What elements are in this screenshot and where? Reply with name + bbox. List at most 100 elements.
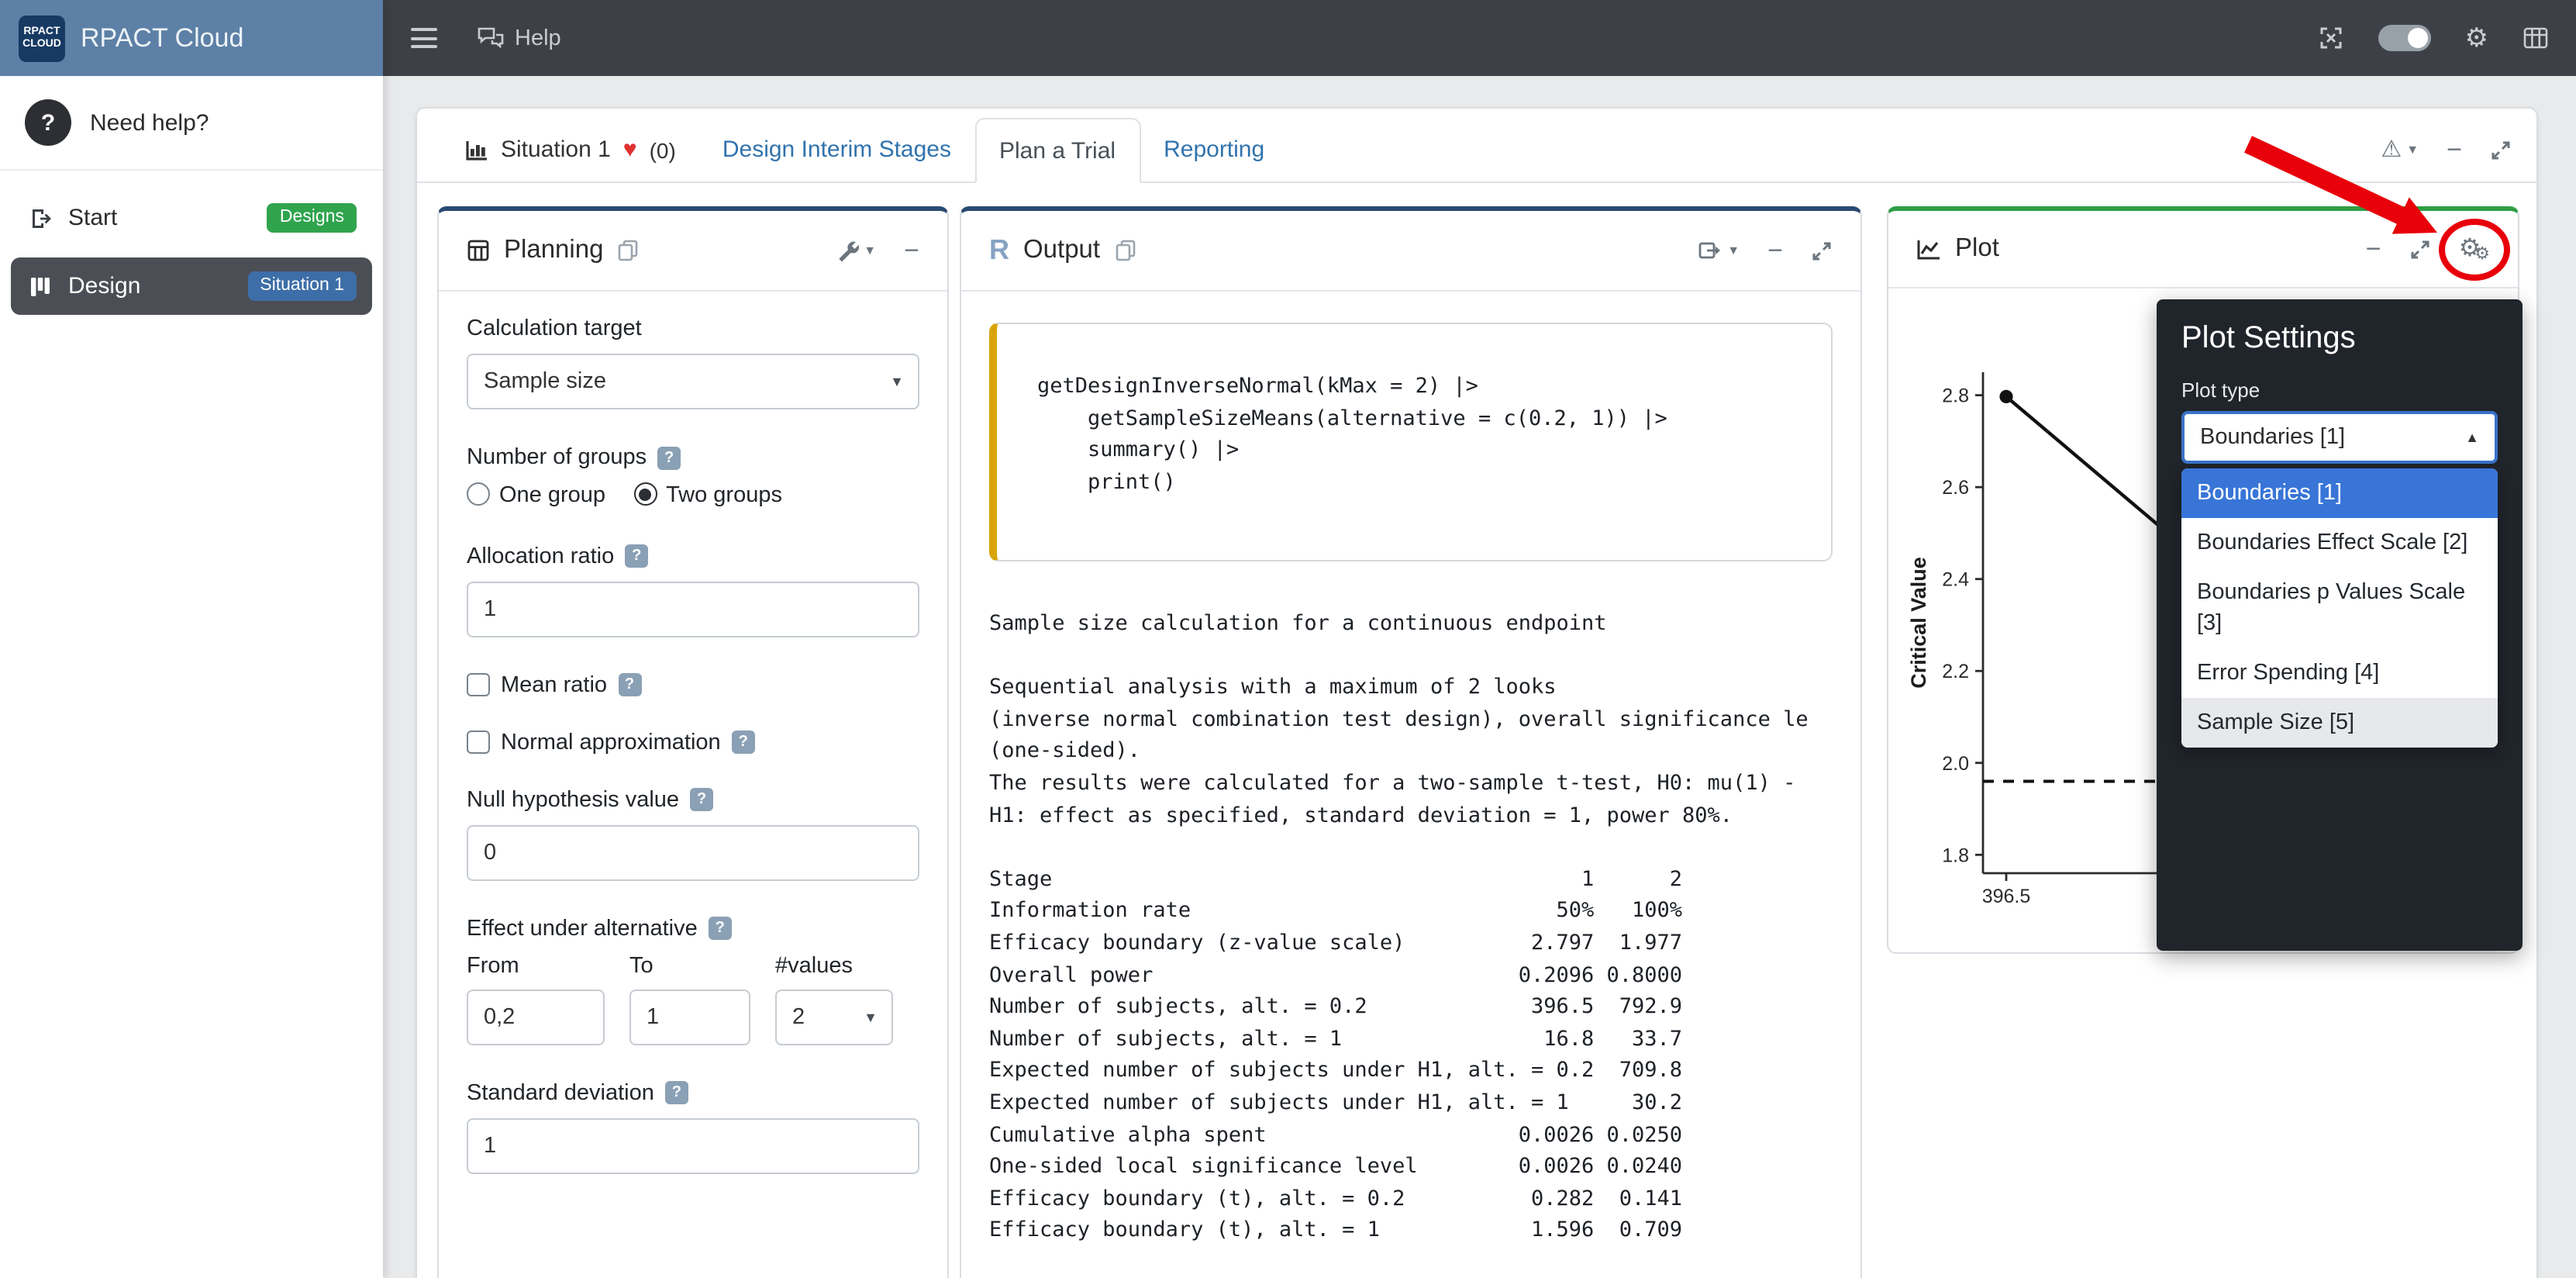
svg-text:Critical Value: Critical Value	[1907, 557, 1930, 689]
effect-from-input[interactable]	[467, 989, 605, 1045]
option-boundaries-effect-scale[interactable]: Boundaries Effect Scale [2]	[2181, 518, 2498, 568]
effect-to-input[interactable]	[629, 989, 750, 1045]
tab-reporting[interactable]: Reporting	[1140, 118, 1288, 181]
plot-type-options-list: Boundaries [1] Boundaries Effect Scale […	[2181, 468, 2498, 748]
plot-panel-header: Plot − ⚙ ⚙	[1888, 211, 2518, 288]
r-logo-icon: R	[989, 234, 1009, 267]
help-icon[interactable]: ?	[665, 1081, 688, 1104]
planning-tools: ▼ −	[836, 237, 919, 264]
help-icon[interactable]: ?	[625, 544, 648, 568]
normal-approximation-checkbox-row[interactable]: Normal approximation ?	[467, 730, 919, 755]
one-group-radio[interactable]: One group	[467, 482, 605, 508]
planning-form: Calculation target Sample size ▼ Number …	[439, 292, 947, 1234]
allocation-ratio-input[interactable]	[467, 581, 919, 637]
app-root: RPACT CLOUD RPACT Cloud ? Need help? Sta…	[0, 0, 2576, 1278]
standard-deviation-label: Standard deviation	[467, 1080, 654, 1105]
help-menu[interactable]: Help	[478, 26, 561, 50]
warnings-dropdown[interactable]: ⚠ ▼	[2381, 138, 2419, 161]
expand-plot-icon[interactable]	[2409, 238, 2431, 260]
output-body: getDesignInverseNormal(kMax = 2) |> getS…	[961, 292, 1860, 1272]
tab-bar: Situation 1 ♥ (0) Design Interim Stages …	[417, 109, 2536, 183]
sidebar-item-start[interactable]: Start Designs	[11, 189, 372, 247]
effect-under-alternative-field: Effect under alternative ? From To #valu…	[467, 916, 919, 1045]
checkbox-icon[interactable]	[467, 673, 490, 696]
caret-down-icon: ▼	[890, 374, 904, 389]
effect-values-select[interactable]: 2 ▼	[775, 989, 893, 1045]
plot-settings-title: Plot Settings	[2181, 321, 2498, 357]
need-help-item[interactable]: ? Need help?	[0, 76, 383, 171]
checkbox-icon[interactable]	[467, 731, 490, 754]
plot-settings-popover: Plot Settings Plot type Boundaries [1] ▲…	[2157, 299, 2523, 951]
logo-text-bottom: CLOUD	[22, 38, 61, 50]
sidebar: RPACT CLOUD RPACT Cloud ? Need help? Sta…	[0, 0, 383, 1278]
calculation-target-select[interactable]: Sample size ▼	[467, 354, 919, 409]
tab-design-interim-stages[interactable]: Design Interim Stages	[699, 118, 974, 181]
planning-panel: Planning ▼ − Calculation target	[437, 206, 949, 1278]
effect-label: Effect under alternative	[467, 916, 698, 941]
sidebar-item-label: Start	[68, 205, 117, 231]
allocation-ratio-field: Allocation ratio ?	[467, 544, 919, 637]
standard-deviation-input[interactable]	[467, 1117, 919, 1173]
option-boundaries[interactable]: Boundaries [1]	[2181, 468, 2498, 518]
mean-ratio-checkbox-row[interactable]: Mean ratio ?	[467, 672, 919, 697]
help-icon[interactable]: ?	[690, 788, 713, 811]
expand-output-icon[interactable]	[1811, 240, 1833, 261]
option-sample-size[interactable]: Sample Size [5]	[2181, 698, 2498, 748]
null-hypothesis-input[interactable]	[467, 824, 919, 880]
to-label: To	[629, 953, 750, 978]
number-of-groups-label: Number of groups	[467, 445, 647, 470]
tab-plan-a-trial[interactable]: Plan a Trial	[974, 118, 1140, 183]
wrench-dropdown[interactable]: ▼	[836, 239, 876, 262]
output-panel-header: R Output ▼ −	[961, 211, 1860, 292]
copy-icon[interactable]	[617, 239, 639, 262]
tab-label: Plan a Trial	[999, 137, 1116, 164]
rpact-logo-icon: RPACT CLOUD	[19, 15, 65, 61]
tab-label: Reporting	[1164, 136, 1264, 163]
help-icon[interactable]: ?	[709, 917, 732, 940]
tab-situation-label: Situation 1	[501, 136, 611, 163]
effect-grid: From To #values 2 ▼	[467, 953, 919, 1045]
mean-ratio-label: Mean ratio	[501, 672, 607, 697]
sidebar-item-design[interactable]: Design Situation 1	[11, 257, 372, 315]
gear-icon: ⚙	[2474, 247, 2490, 264]
grid-table-icon[interactable]	[2523, 26, 2549, 50]
favorites-heart-icon[interactable]: ♥	[623, 136, 637, 163]
collapse-plot-button[interactable]: −	[2366, 236, 2381, 262]
plot-settings-gears-icon[interactable]: ⚙ ⚙	[2459, 234, 2490, 264]
option-error-spending[interactable]: Error Spending [4]	[2181, 648, 2498, 698]
settings-gear-icon[interactable]: ⚙	[2465, 25, 2489, 51]
tab-situation[interactable]: Situation 1 ♥ (0)	[442, 118, 699, 181]
help-label: Help	[515, 26, 561, 50]
plot-type-select[interactable]: Boundaries [1] ▲	[2181, 411, 2498, 464]
caret-down-icon: ▼	[864, 244, 876, 257]
fullscreen-icon[interactable]	[2318, 25, 2344, 51]
option-boundaries-p-values-scale[interactable]: Boundaries p Values Scale [3]	[2181, 568, 2498, 648]
collapse-card-button[interactable]: −	[2447, 136, 2462, 163]
output-text: Sample size calculation for a continuous…	[989, 608, 1833, 1247]
export-dropdown[interactable]: ▼	[1698, 239, 1740, 262]
warning-icon: ⚠	[2381, 138, 2402, 161]
calculation-target-field: Calculation target Sample size ▼	[467, 316, 919, 409]
hamburger-menu-icon[interactable]	[411, 28, 437, 48]
topbar-controls: ⚙	[2318, 25, 2550, 51]
need-help-label: Need help?	[90, 109, 209, 136]
caret-down-icon: ▼	[864, 1009, 878, 1024]
copy-icon[interactable]	[1114, 239, 1136, 262]
expand-card-icon[interactable]	[2490, 139, 2512, 161]
output-panel: R Output ▼ −	[960, 206, 1862, 1278]
standard-deviation-field: Standard deviation ?	[467, 1080, 919, 1173]
app-logo-bar[interactable]: RPACT CLOUD RPACT Cloud	[0, 0, 383, 76]
two-groups-radio[interactable]: Two groups	[633, 482, 782, 508]
help-icon[interactable]: ?	[732, 731, 755, 754]
plot-type-value: Boundaries [1]	[2200, 425, 2345, 450]
collapse-output-button[interactable]: −	[1767, 237, 1783, 264]
line-chart-icon	[1916, 238, 1941, 260]
radio-label: Two groups	[666, 483, 782, 508]
svg-text:1.8: 1.8	[1942, 845, 1969, 866]
help-icon[interactable]: ?	[618, 673, 641, 696]
normal-approximation-label: Normal approximation	[501, 730, 721, 755]
planning-title: Planning	[504, 236, 603, 265]
collapse-planning-button[interactable]: −	[904, 237, 919, 264]
help-icon[interactable]: ?	[657, 446, 681, 469]
theme-toggle[interactable]	[2378, 25, 2431, 51]
